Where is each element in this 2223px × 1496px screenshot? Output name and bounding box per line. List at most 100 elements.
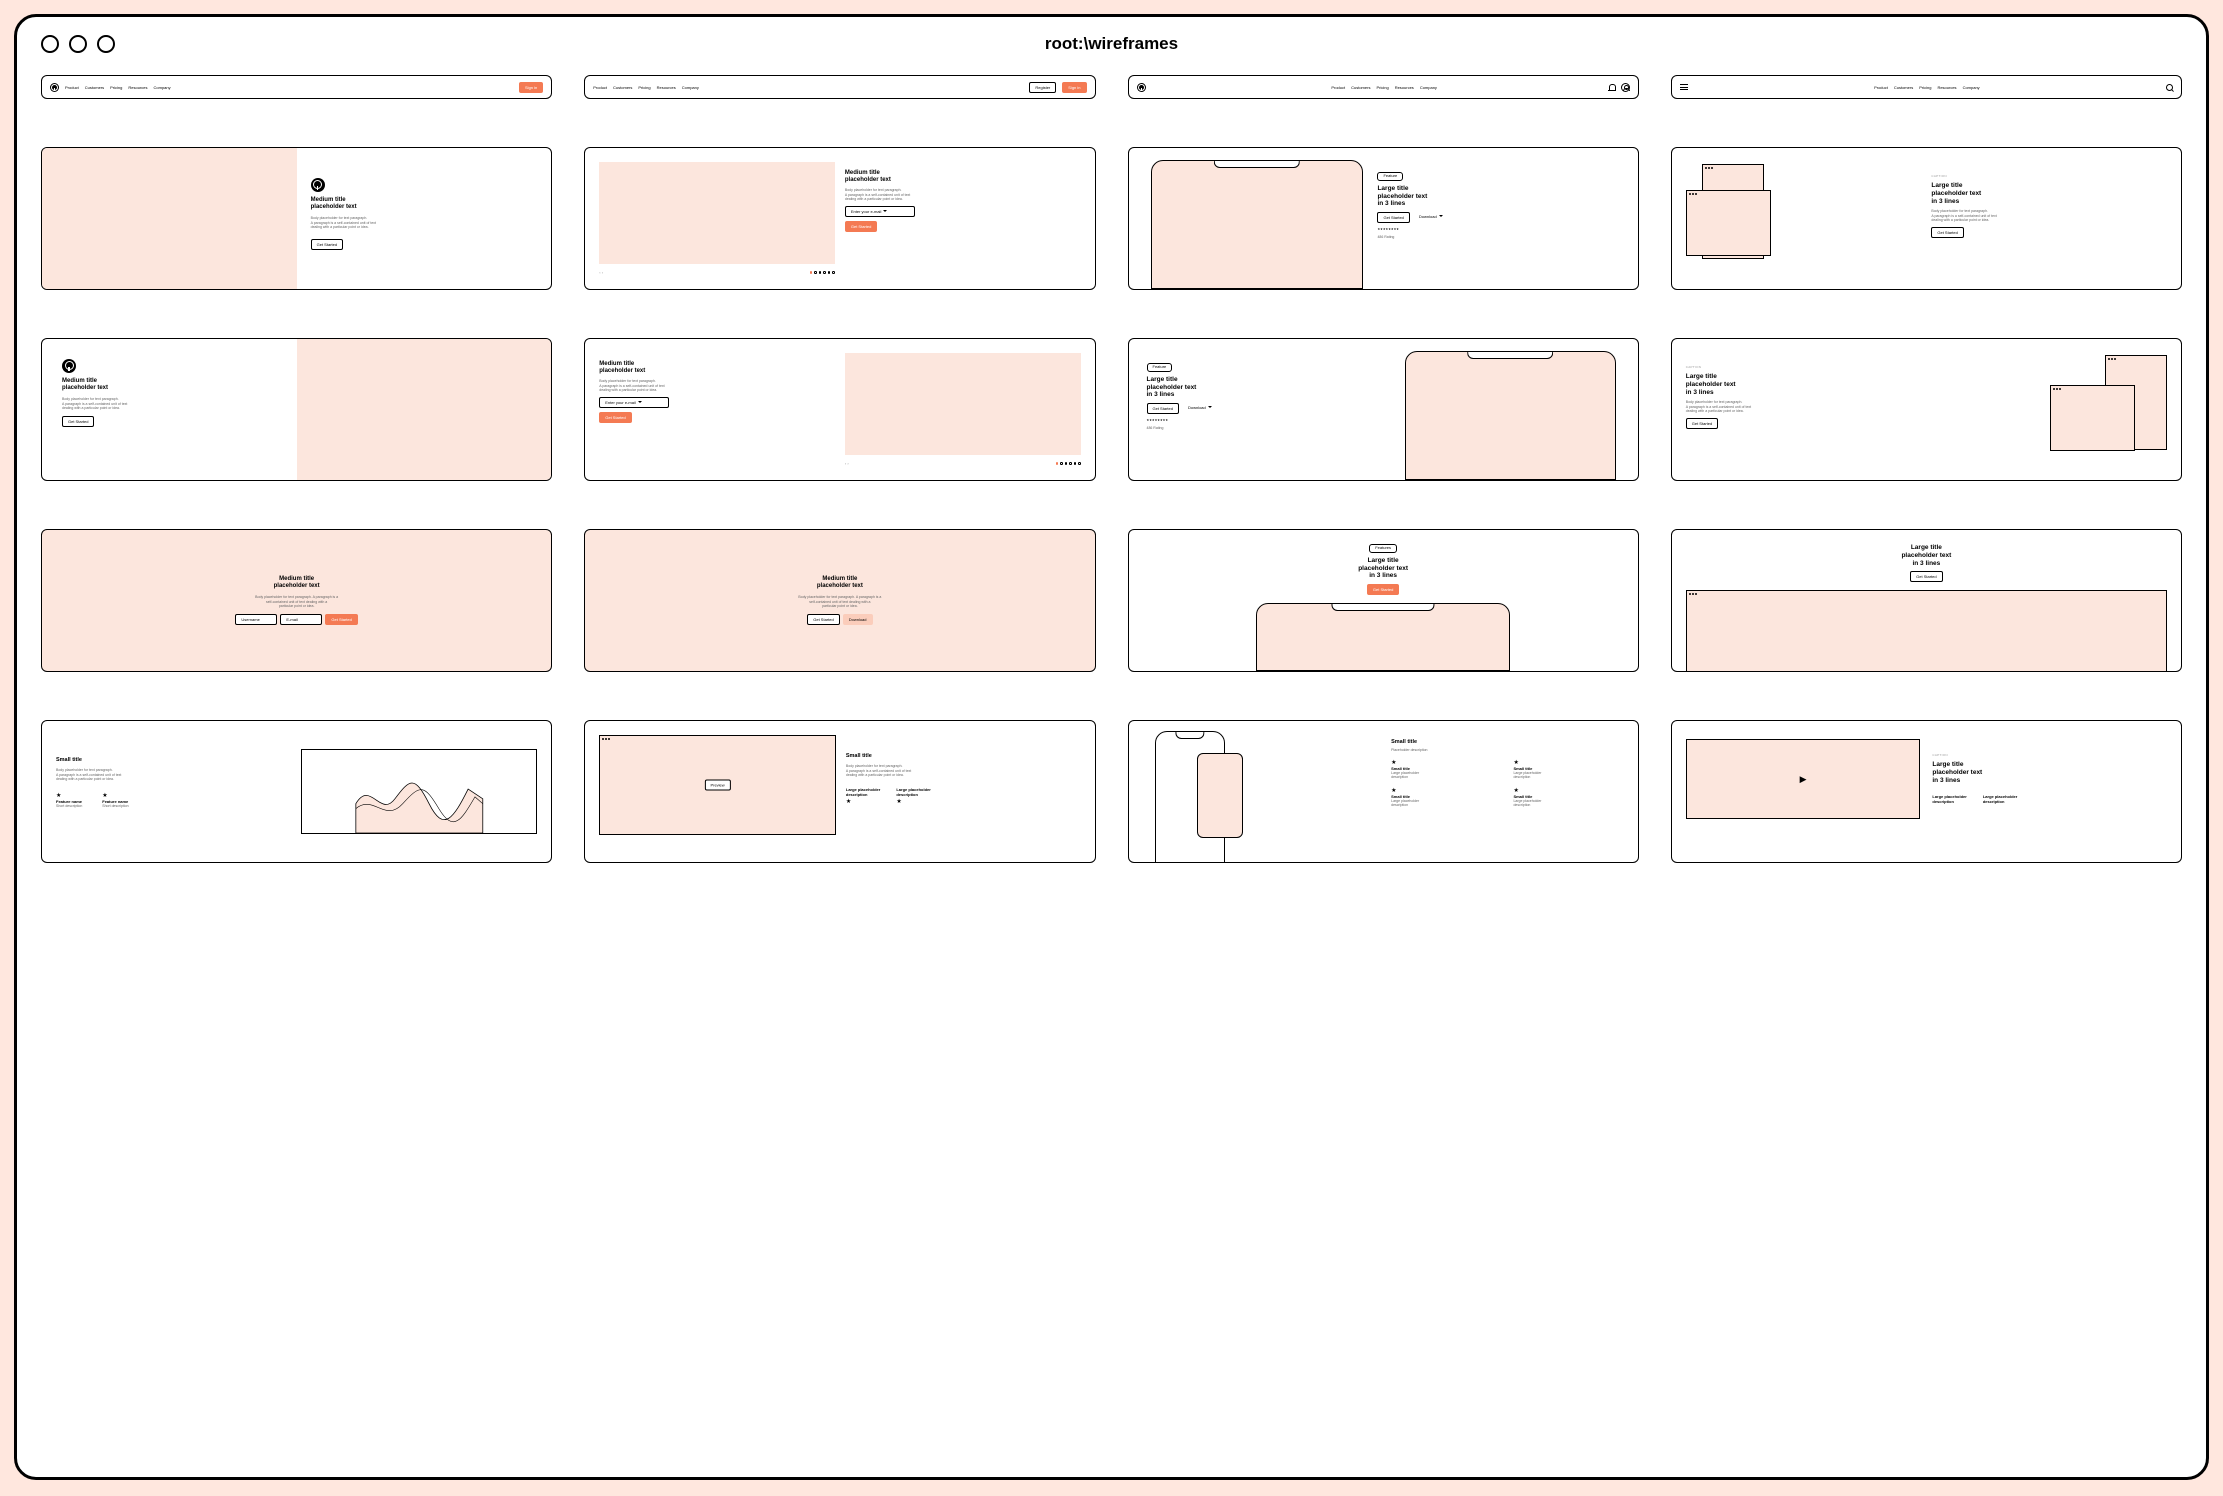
get-started-button[interactable]: Get Started: [1367, 584, 1399, 595]
hamburger-icon[interactable]: [1680, 84, 1688, 90]
nav-customers[interactable]: Customers: [85, 85, 104, 90]
get-started-button[interactable]: Get Started: [1931, 227, 1963, 238]
header-variant-4: Product Customers Pricing Resources Comp…: [1671, 75, 2182, 99]
nav-product[interactable]: Product: [593, 85, 607, 90]
hero-title-l2: placeholder text: [62, 385, 283, 392]
hero-a2: ‹ › Medium title placeholder text Body p…: [584, 147, 1095, 290]
feature-d2: Preview Small title Body placeholder for…: [584, 720, 1095, 863]
stars-rating: ★★★★★★★★: [1377, 227, 1623, 231]
nav-product[interactable]: Product: [1331, 85, 1345, 90]
nav-customers[interactable]: Customers: [613, 85, 632, 90]
hero-c3: Features Large title placeholder text in…: [1128, 529, 1639, 672]
short-desc: Short description: [102, 804, 128, 809]
get-started-button[interactable]: Get Started: [1377, 212, 1409, 223]
hero-a3: Feature Large title placeholder text in …: [1128, 147, 1639, 290]
hero-title-l2: placeholder text: [1932, 769, 2167, 777]
description: description: [1983, 799, 2017, 804]
hero-title-l1: Medium title: [311, 197, 538, 204]
nav-customers[interactable]: Customers: [1351, 85, 1370, 90]
username-input[interactable]: Username: [235, 614, 277, 625]
phone-mockup: [1256, 603, 1511, 671]
carousel-arrows[interactable]: ‹ ›: [599, 270, 603, 275]
carousel-dots[interactable]: [810, 270, 835, 275]
hero-title-l3: in 3 lines: [1377, 200, 1623, 208]
get-started-button[interactable]: Get Started: [1910, 571, 1942, 582]
hero-c1: Medium title placeholder text Body place…: [41, 529, 552, 672]
hero-title-l3: in 3 lines: [1147, 391, 1391, 399]
download-button[interactable]: Download: [1183, 403, 1217, 414]
hero-title-l2: placeholder text: [1147, 384, 1391, 392]
download-button[interactable]: Download: [1414, 212, 1448, 223]
features-pill: Features: [1369, 544, 1397, 553]
email-input[interactable]: E-mail: [280, 614, 322, 625]
feature-d1: Small title Body placeholder for text pa…: [41, 720, 552, 863]
logo-icon: [1137, 83, 1146, 92]
feature-pill: Feature: [1377, 172, 1403, 181]
search-icon[interactable]: [2166, 84, 2173, 91]
nav-company[interactable]: Company: [154, 85, 171, 90]
video-thumbnail[interactable]: ▶: [1686, 739, 1921, 819]
header-variant-3: Product Customers Pricing Resources Comp…: [1128, 75, 1639, 99]
feature-d3: Small title Placeholder description ★ Sm…: [1128, 720, 1639, 863]
short-desc: Short description: [56, 804, 82, 809]
email-input[interactable]: Enter your e-mail: [599, 397, 669, 408]
hero-body-l3: dealing with a particular point or idea.: [845, 197, 1081, 202]
hero-title-l1: Medium title: [817, 576, 863, 583]
description: description: [1391, 775, 1501, 780]
hero-title-l1: Large title: [1686, 373, 1922, 381]
download-button[interactable]: Download: [843, 614, 873, 625]
hero-title-l1: Medium title: [599, 361, 835, 368]
hero-body-l3: dealing with a particular point or idea.: [1686, 409, 1922, 414]
hero-title-l2: placeholder text: [1377, 193, 1623, 201]
preview-button[interactable]: Preview: [704, 780, 730, 791]
register-button[interactable]: Register: [1029, 82, 1056, 93]
email-input[interactable]: Enter your e-mail: [845, 206, 915, 217]
nav-resources[interactable]: Resources: [128, 85, 147, 90]
description: description: [1391, 803, 1501, 808]
star-icon: ★: [896, 799, 930, 805]
nav-resources[interactable]: Resources: [657, 85, 676, 90]
avatar-icon[interactable]: [1621, 83, 1630, 92]
hero-title-l1: Large title: [1358, 557, 1408, 565]
small-title: Small title: [846, 753, 1081, 759]
carousel-dots[interactable]: [1056, 461, 1081, 466]
nav-resources[interactable]: Resources: [1937, 85, 1956, 90]
get-started-button[interactable]: Get Started: [325, 614, 357, 625]
body-l3: dealing with a particular point or idea.: [846, 773, 1081, 778]
nav-product[interactable]: Product: [1874, 85, 1888, 90]
get-started-button[interactable]: Get Started: [599, 412, 631, 423]
nav-pricing[interactable]: Pricing: [1376, 85, 1388, 90]
hero-b1: Medium title placeholder text Body place…: [41, 338, 552, 481]
rating-text: 486 Rating: [1377, 235, 1623, 240]
bell-icon[interactable]: [1609, 84, 1616, 91]
window-title: root:\wireframes: [17, 34, 2206, 54]
nav-pricing[interactable]: Pricing: [638, 85, 650, 90]
get-started-button[interactable]: Get Started: [1147, 403, 1179, 414]
hero-title-l1: Large title: [1147, 376, 1391, 384]
hero-title-l2: placeholder text: [599, 368, 835, 375]
signin-button[interactable]: Sign in: [1062, 82, 1086, 93]
get-started-button[interactable]: Get Started: [807, 614, 839, 625]
get-started-button[interactable]: Get Started: [1686, 418, 1718, 429]
get-started-button[interactable]: Get Started: [845, 221, 877, 232]
carousel-arrows[interactable]: ‹ ›: [845, 461, 849, 466]
nav-company[interactable]: Company: [682, 85, 699, 90]
nav-pricing[interactable]: Pricing: [1919, 85, 1931, 90]
feature-pill: Feature: [1147, 363, 1173, 372]
hero-title-l2: placeholder text: [1901, 552, 1951, 560]
get-started-button[interactable]: Get Started: [311, 239, 343, 250]
nav-resources[interactable]: Resources: [1395, 85, 1414, 90]
get-started-button[interactable]: Get Started: [62, 416, 94, 427]
hero-title-l1: Medium title: [845, 170, 1081, 177]
caption: CAPTION: [1686, 365, 1922, 369]
nav-customers[interactable]: Customers: [1894, 85, 1913, 90]
caption: CAPTION: [1932, 753, 2167, 757]
nav-company[interactable]: Company: [1963, 85, 1980, 90]
nav-pricing[interactable]: Pricing: [110, 85, 122, 90]
nav-product[interactable]: Product: [65, 85, 79, 90]
hero-title-l1: Medium title: [274, 576, 320, 583]
small-title: Small title: [1391, 739, 1624, 745]
signin-button[interactable]: Sign in: [519, 82, 543, 93]
hero-a1: Medium title placeholder text Body place…: [41, 147, 552, 290]
nav-company[interactable]: Company: [1420, 85, 1437, 90]
